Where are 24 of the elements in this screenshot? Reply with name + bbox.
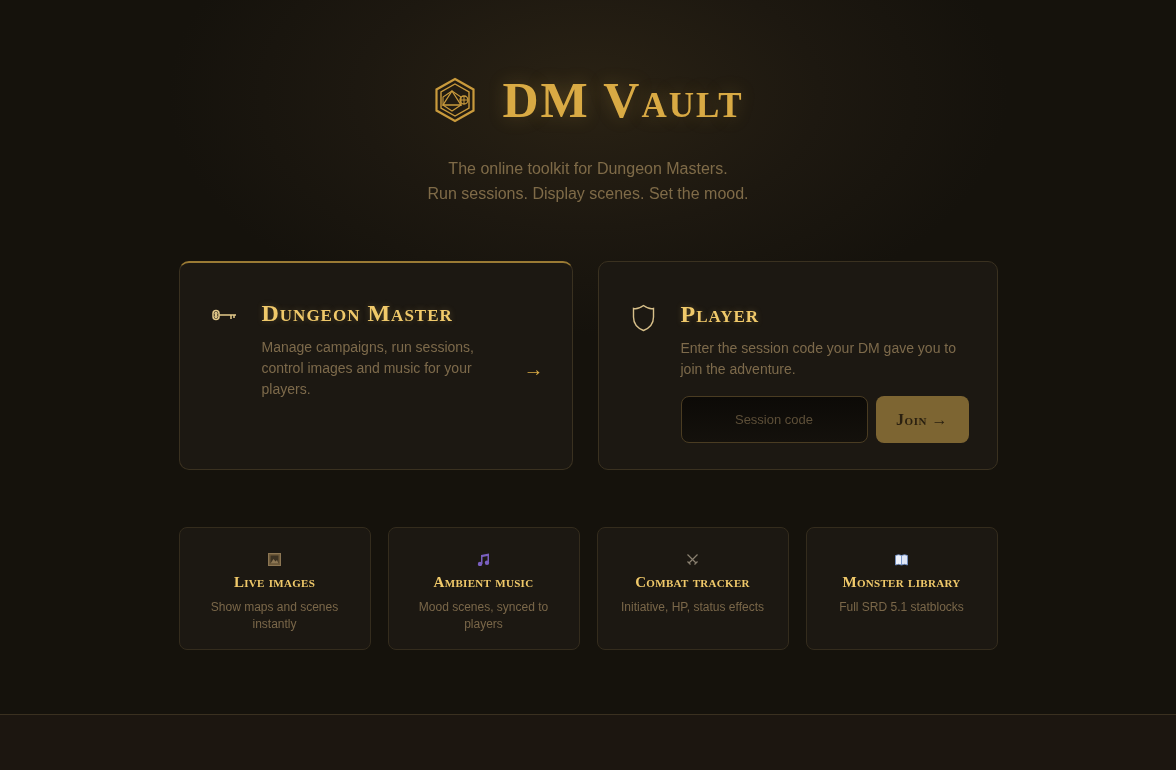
picture-frame-icon [268,553,281,566]
feature-title: Ambient music [432,573,535,591]
music-note-icon [477,553,490,566]
open-book-icon [895,553,908,566]
feature-title: Combat tracker [634,573,751,591]
key-icon [211,309,237,321]
feature-title: Live images [232,573,317,591]
role-title: Dungeon Master [261,299,454,327]
crossed-swords-icon [686,553,699,566]
tagline-text: The online toolkit for Dungeon Masters. [447,159,729,179]
feature-description: Show maps and scenes instantly [209,599,340,633]
role-title: Player [680,300,761,328]
app-title: DM Vault [502,73,744,127]
session-code-field[interactable]: Session code [680,396,868,443]
feature-description: Mood scenes, synced to players [417,599,550,633]
feature-description: Initiative, HP, status effects [620,599,765,616]
feature-description: Full SRD 5.1 statblocks [838,599,965,616]
feature-title: Monster library [841,573,962,591]
role-description: Manage campaigns, run sessions, control images and music for your players. [261,338,475,399]
arrow-icon: → [523,354,544,384]
role-card[interactable]: Dungeon Master Manage campaigns, run sessions, control images and music for your players. → [178,261,573,470]
tagline-text: Run sessions. Display scenes. Set the mood. [426,184,750,204]
shield-icon [630,304,656,332]
role-description: Enter the session code your DM gave you to join the adventure. [680,339,957,379]
